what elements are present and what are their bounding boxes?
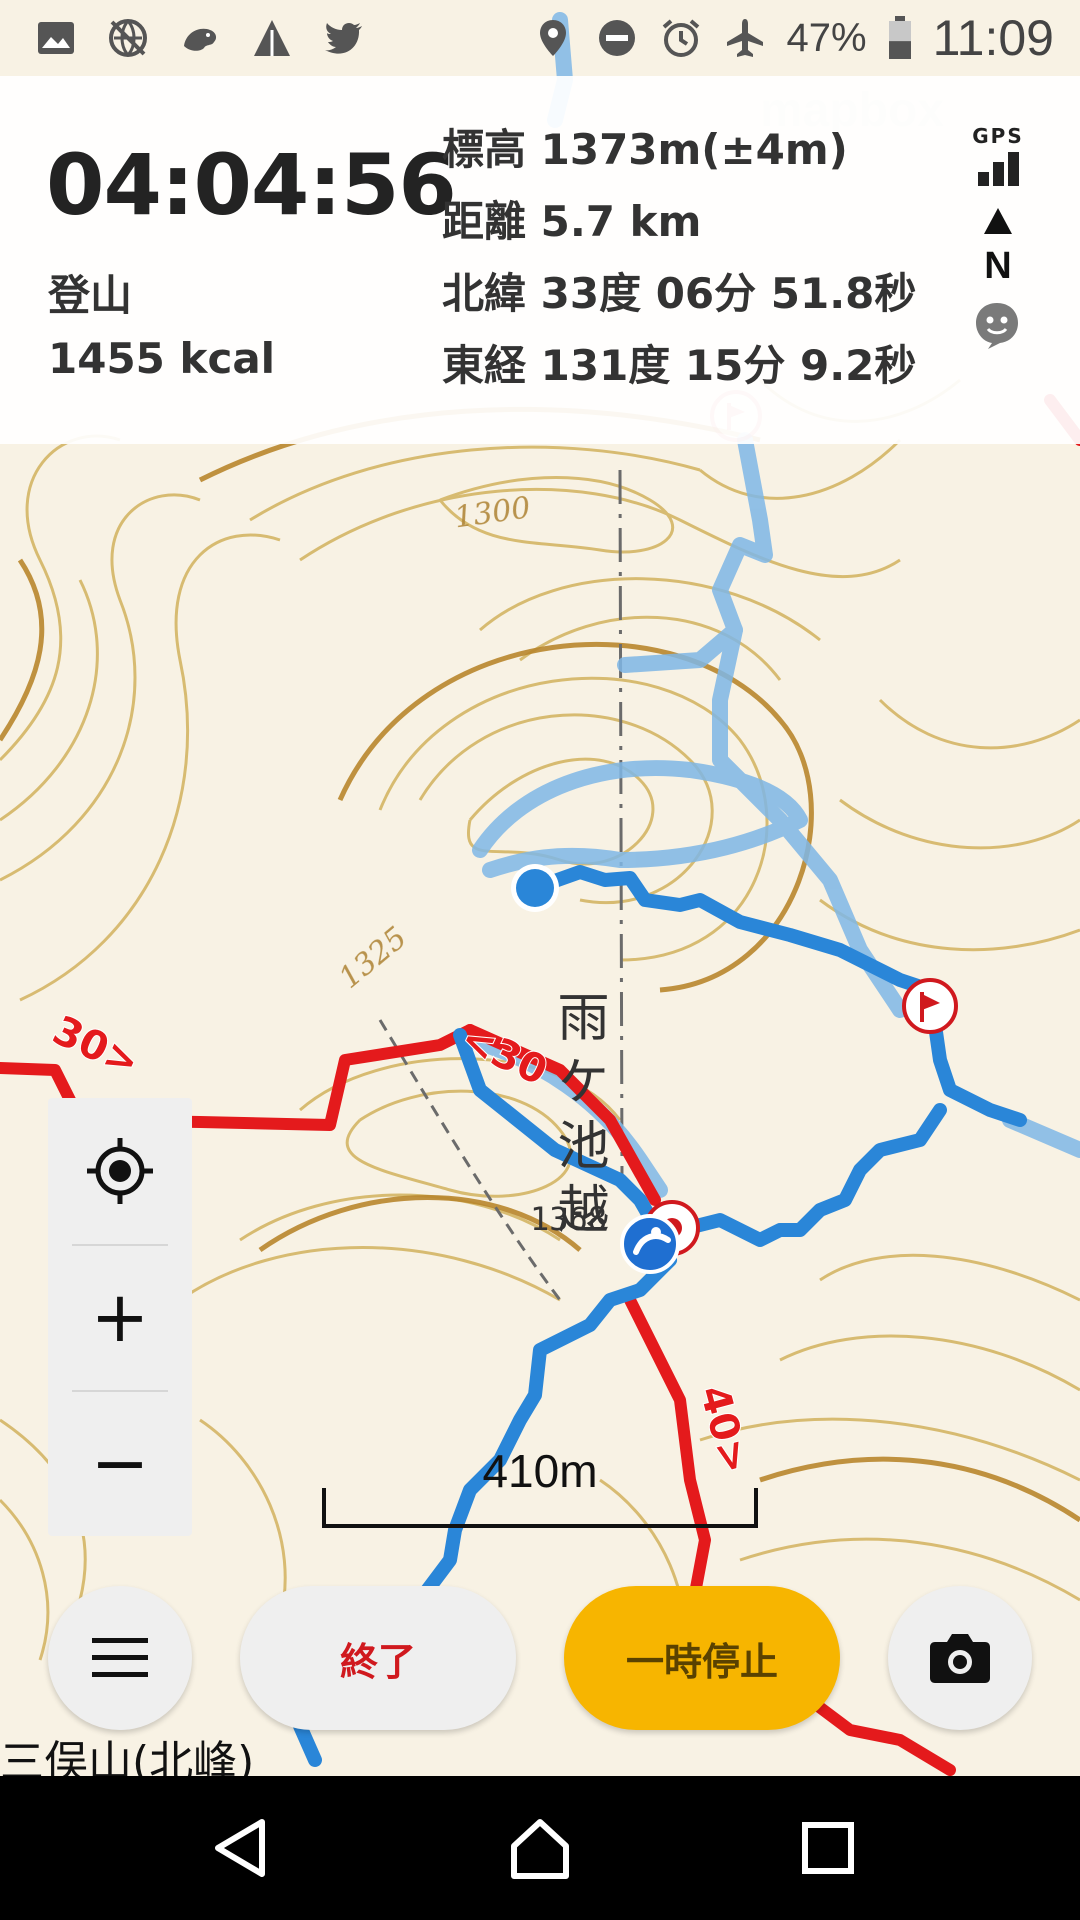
latitude-readout: 北緯 33度 06分 51.8秒	[442, 269, 917, 318]
zoom-out-button[interactable]: −	[48, 1390, 192, 1536]
face-icon[interactable]	[972, 300, 1022, 350]
menu-button[interactable]	[48, 1586, 192, 1730]
tracking-info-panel: 04:04:56 登山 1455 kcal 標高 1373m(±4m) 距離 5…	[0, 76, 1080, 444]
hiker-marker-icon[interactable]	[620, 1214, 680, 1274]
minus-icon: −	[90, 1422, 150, 1504]
alarm-icon	[662, 19, 699, 57]
elevation-readout: 標高 1373m(±4m)	[442, 125, 848, 174]
camera-icon	[930, 1634, 990, 1683]
battery-percent: 47%	[786, 15, 867, 60]
no-network-icon	[109, 19, 147, 57]
map-controls: + −	[48, 1098, 192, 1536]
waypoint-flag-icon[interactable]	[902, 978, 958, 1034]
recents-icon	[802, 1822, 854, 1874]
crosshair-icon	[87, 1138, 153, 1204]
airplane-mode-icon	[726, 19, 763, 57]
activity-type: 登山	[48, 271, 133, 320]
plus-icon: +	[90, 1276, 150, 1358]
clock: 11:09	[932, 10, 1054, 66]
map-scale: 410m	[322, 1444, 758, 1528]
home-button[interactable]	[500, 1812, 580, 1884]
gps-indicator: GPS	[966, 124, 1030, 186]
distance-readout: 距離 5.7 km	[442, 197, 702, 246]
gps-label: GPS	[972, 124, 1024, 148]
location-icon	[539, 20, 566, 56]
zoom-in-button[interactable]: +	[48, 1244, 192, 1390]
longitude-readout: 東経 131度 15分 9.2秒	[442, 341, 917, 390]
camera-button[interactable]	[888, 1586, 1032, 1730]
position-stats: 標高 1373m(±4m) 距離 5.7 km 北緯 33度 06分 51.8秒…	[442, 120, 916, 408]
triangle-app-icon	[254, 20, 290, 56]
twitter-icon	[325, 22, 362, 54]
image-icon	[38, 22, 74, 54]
current-location-marker	[511, 864, 559, 912]
hamburger-menu-icon	[92, 1638, 148, 1677]
locate-button[interactable]	[48, 1098, 192, 1244]
home-icon	[511, 1819, 569, 1879]
status-bar: 47% 11:09	[0, 0, 1080, 76]
end-button[interactable]: 終了	[240, 1586, 516, 1730]
place-name-label: 雨ケ池越	[548, 990, 608, 1246]
animal-app-icon	[184, 28, 217, 51]
calories: 1455 kcal	[48, 334, 276, 383]
north-arrow-icon[interactable]: N	[976, 206, 1020, 286]
north-label: N	[984, 245, 1011, 286]
back-icon	[215, 1819, 265, 1877]
scale-bar	[322, 1488, 758, 1528]
recents-button[interactable]	[788, 1812, 868, 1884]
back-button[interactable]	[200, 1812, 280, 1884]
gps-signal-icon	[966, 150, 1030, 186]
do-not-disturb-icon	[598, 20, 635, 56]
system-navigation-bar	[0, 1776, 1080, 1920]
elapsed-time: 04:04:56	[46, 136, 457, 234]
battery-icon	[888, 16, 911, 59]
pause-button[interactable]: 一時停止	[564, 1586, 840, 1730]
